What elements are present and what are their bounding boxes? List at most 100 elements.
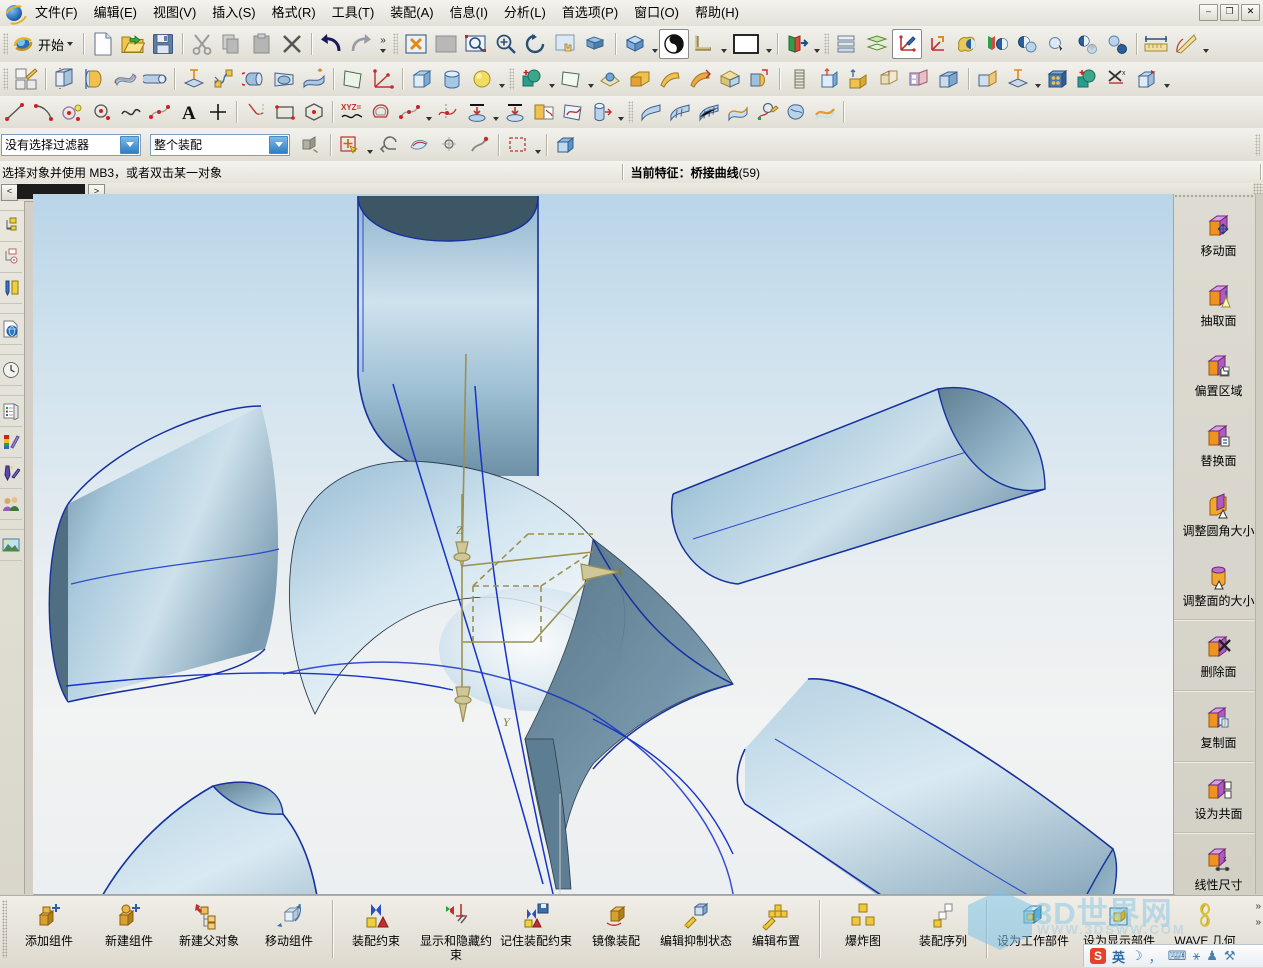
cut-icon[interactable] — [187, 29, 217, 59]
rectangle-icon[interactable] — [270, 98, 299, 126]
csys-display-icon[interactable] — [368, 64, 398, 94]
revolve-icon[interactable] — [80, 64, 110, 94]
project-curve-icon[interactable] — [462, 98, 491, 126]
undo-icon[interactable] — [316, 29, 346, 59]
rib-icon[interactable] — [874, 64, 904, 94]
move-object-icon[interactable] — [1132, 64, 1162, 94]
panel-item-offset-region[interactable]: 偏置区域 — [1174, 339, 1263, 409]
rotate-icon[interactable] — [521, 29, 551, 59]
circle-icon[interactable] — [87, 98, 116, 126]
snap-point-icon[interactable] — [335, 130, 365, 160]
zoom-area-icon[interactable] — [461, 29, 491, 59]
rendering-style-icon[interactable] — [659, 29, 690, 59]
unite-body-icon[interactable] — [1072, 64, 1102, 94]
bottom-item-mirror-assembly[interactable]: 镜像装配 — [576, 896, 656, 967]
move-object-dropdown[interactable] — [1162, 62, 1171, 96]
paste-icon[interactable] — [247, 29, 277, 59]
n-sided-surface-icon[interactable] — [781, 98, 810, 126]
zoom-in-out-icon[interactable] — [491, 29, 521, 59]
select-solid-icon[interactable] — [551, 130, 581, 160]
project-dropdown[interactable] — [491, 95, 500, 129]
draft-icon[interactable] — [655, 64, 685, 94]
wave-geometry-linker-icon[interactable] — [973, 64, 1003, 94]
close-button[interactable]: ✕ — [1241, 4, 1260, 21]
combined-projection-icon[interactable] — [500, 98, 529, 126]
toolbar-grip-synchronous[interactable] — [509, 68, 514, 90]
constraint-navigator-icon[interactable] — [0, 242, 22, 273]
menu-insert[interactable]: 插入(S) — [204, 2, 263, 24]
pattern-face-icon[interactable] — [904, 64, 934, 94]
roles-icon[interactable] — [0, 489, 22, 520]
bottom-item-assembly-constraint[interactable]: 装配约束 — [336, 896, 416, 967]
panel-item-extract-face[interactable]: 抽取面 — [1174, 269, 1263, 339]
delete-face2-icon[interactable]: x — [1102, 64, 1132, 94]
open-file-icon[interactable] — [118, 29, 148, 59]
extrude-icon[interactable] — [50, 64, 80, 94]
html-help-icon[interactable] — [0, 396, 22, 427]
select-features-icon[interactable] — [296, 130, 326, 160]
bottom-item-edit-arrangement[interactable]: 编辑布置 — [736, 896, 816, 967]
ime-keyboard-icon[interactable]: ⌨ — [1168, 948, 1187, 964]
pan-icon[interactable] — [551, 29, 581, 59]
spline-icon[interactable] — [116, 98, 145, 126]
studio-spline-icon[interactable] — [145, 98, 174, 126]
curve-on-surface-icon[interactable] — [558, 98, 587, 126]
through-curves-icon[interactable] — [665, 98, 694, 126]
selection-filter-combo[interactable]: 没有选择过滤器 — [1, 133, 141, 156]
snap-curve-icon[interactable] — [404, 130, 434, 160]
layer-visible-icon[interactable] — [689, 29, 719, 59]
menu-assemblies[interactable]: 装配(A) — [382, 2, 441, 24]
panel-item-resize-blend[interactable]: 调整圆角大小 — [1174, 479, 1263, 549]
boss-icon[interactable] — [844, 64, 874, 94]
menu-tools[interactable]: 工具(T) — [324, 2, 383, 24]
menu-information[interactable]: 信息(I) — [442, 2, 496, 24]
hole-icon[interactable] — [814, 64, 844, 94]
material-icon[interactable] — [952, 29, 982, 59]
measure-distance-icon[interactable] — [1141, 29, 1171, 59]
panel-item-make-coplanar[interactable]: 设为共面 — [1174, 762, 1263, 832]
bottom-item-move-component[interactable]: 移动组件 — [249, 896, 329, 967]
toolbar-grip-util[interactable] — [824, 33, 830, 55]
history-icon[interactable] — [0, 355, 22, 386]
menu-file[interactable]: 文件(F) — [27, 2, 86, 24]
snap-point-dropdown[interactable] — [365, 128, 374, 162]
start-menu-button[interactable]: 开始 — [35, 33, 79, 56]
wcs-dynamic-icon[interactable] — [892, 29, 923, 59]
fit-view-icon[interactable] — [401, 29, 431, 59]
toolbar-grip-view[interactable] — [393, 33, 399, 55]
unite-icon[interactable] — [517, 64, 547, 94]
cylinder-icon[interactable] — [437, 64, 467, 94]
background-color-icon[interactable] — [728, 29, 764, 59]
panel-item-replace-face[interactable]: 替换面 — [1174, 409, 1263, 479]
graphics-window[interactable]: Z X Y Z X C X Y Z — [33, 194, 1175, 895]
panel-item-move-face[interactable]: 移动面 — [1174, 199, 1263, 269]
menu-preferences[interactable]: 首选项(P) — [554, 2, 626, 24]
panel-item-delete-face[interactable]: 删除面 — [1174, 620, 1263, 690]
rectangle-select-dropdown[interactable] — [533, 128, 542, 162]
datum-dropdown[interactable] — [1033, 62, 1042, 96]
block-icon[interactable] — [407, 64, 437, 94]
intersection-curve-icon[interactable] — [433, 98, 462, 126]
line-icon[interactable] — [0, 98, 29, 126]
mirror-feature-icon[interactable] — [239, 64, 269, 94]
show-all-icon[interactable] — [1072, 29, 1102, 59]
tube-icon[interactable] — [140, 64, 170, 94]
bottom-item-remember-constraints[interactable]: 记住装配约束 — [496, 896, 576, 967]
section-surface-icon[interactable] — [752, 98, 781, 126]
rectangle-select-icon[interactable] — [503, 130, 533, 160]
sketch-in-task-icon[interactable] — [11, 64, 41, 94]
bridge-surface-icon[interactable] — [810, 98, 839, 126]
circle-center-icon[interactable] — [58, 98, 87, 126]
bottom-item-exploded-view[interactable]: 爆炸图 — [823, 896, 903, 967]
assemblies-toolbar-grip[interactable] — [2, 900, 7, 958]
trim-body-icon[interactable] — [556, 64, 586, 94]
snap-endpoint-icon[interactable] — [464, 130, 494, 160]
toolbar-grip-surface[interactable] — [628, 101, 633, 123]
bottom-item-make-work-part[interactable]: 设为工作部件 — [990, 896, 1076, 967]
section-view-icon[interactable] — [782, 29, 812, 59]
redo-icon[interactable] — [346, 29, 376, 59]
layer-settings-icon[interactable] — [832, 29, 862, 59]
extract-curve-icon[interactable] — [529, 98, 558, 126]
bottom-item-add-component[interactable]: 添加组件 — [9, 896, 89, 967]
panel-item-resize-face[interactable]: 调整面的大小 — [1174, 549, 1263, 619]
